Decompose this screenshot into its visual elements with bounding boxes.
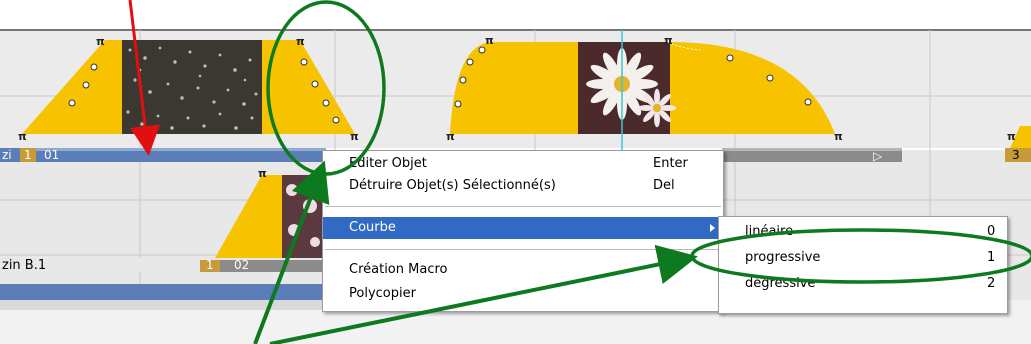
svg-text:π: π	[18, 130, 27, 143]
menu-item-edit-object[interactable]: Editer Objet Enter	[323, 153, 723, 175]
submenu-arrow-icon	[710, 224, 715, 232]
clip-3-end-marker-icon[interactable]: ▷	[873, 149, 883, 163]
svg-text:π: π	[296, 35, 305, 48]
svg-text:π: π	[96, 35, 105, 48]
submenu-item-shortcut: 0	[987, 224, 996, 239]
track-2-label: zin B.1	[2, 258, 47, 273]
track-2-footer-bar	[0, 284, 324, 300]
track-3-top	[0, 300, 324, 310]
clip-1-start-label: 1	[24, 148, 32, 162]
submenu-item-label: progressive	[745, 250, 821, 265]
menu-item-label: Détruire Objet(s) Sélectionné(s)	[349, 178, 556, 193]
menu-item-create-macro[interactable]: Création Macro	[323, 259, 723, 281]
clip-4-start-label: 3	[1012, 148, 1020, 162]
menu-separator	[325, 206, 721, 207]
curve-submenu: linéaire 0 progressive 1 dégressive 2	[718, 216, 1008, 314]
clip-2-number-label: 02	[234, 258, 250, 272]
clip-4-keyframe-marker[interactable]: π	[1007, 130, 1016, 143]
svg-text:π: π	[485, 34, 494, 47]
clip-1-thumbnail	[122, 40, 262, 134]
submenu-item-degressive[interactable]: dégressive 2	[719, 273, 1007, 295]
menu-item-curve[interactable]: Courbe	[323, 217, 723, 239]
submenu-item-progressive[interactable]: progressive 1	[719, 247, 1007, 269]
clip-2-start-label: 1	[206, 258, 214, 272]
svg-text:π: π	[258, 167, 267, 180]
submenu-item-linear[interactable]: linéaire 0	[719, 221, 1007, 243]
menu-item-shortcut: Del	[653, 178, 675, 193]
menu-item-polycopy[interactable]: Polycopier	[323, 283, 723, 305]
svg-text:π: π	[664, 34, 673, 47]
context-menu: Editer Objet Enter Détruire Objet(s) Sél…	[322, 150, 724, 312]
submenu-item-shortcut: 1	[987, 250, 996, 265]
svg-text:π: π	[446, 130, 455, 143]
menu-item-delete-selected[interactable]: Détruire Objet(s) Sélectionné(s) Del	[323, 175, 723, 197]
menu-item-label: Création Macro	[349, 262, 448, 277]
menu-item-label: Courbe	[349, 220, 396, 235]
clip-1-bar-highlight	[36, 148, 326, 151]
menu-item-label: Polycopier	[349, 286, 416, 301]
menu-item-label: Editer Objet	[349, 156, 427, 171]
menu-separator	[325, 249, 721, 250]
svg-text:π: π	[350, 130, 359, 143]
menu-item-shortcut: Enter	[653, 156, 688, 171]
clip-1-number-label: 01	[44, 148, 60, 162]
track-1-label: zi	[2, 148, 12, 162]
submenu-item-label: linéaire	[745, 224, 794, 239]
submenu-item-shortcut: 2	[987, 276, 996, 291]
submenu-item-label: dégressive	[745, 276, 816, 291]
svg-text:π: π	[834, 130, 843, 143]
clip-3-fade-in-curve	[450, 41, 578, 134]
